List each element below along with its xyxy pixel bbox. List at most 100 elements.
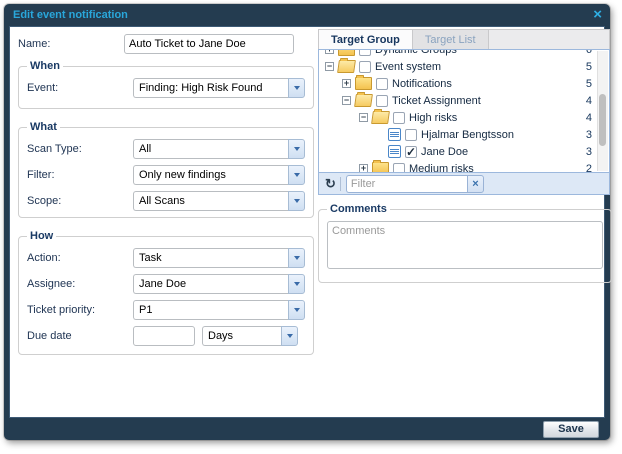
tree-row[interactable]: +Dynamic Groups6: [319, 49, 609, 58]
chevron-down-icon[interactable]: [281, 326, 298, 346]
chevron-down-icon[interactable]: [288, 274, 305, 294]
chevron-down-icon[interactable]: [288, 78, 305, 98]
scope-label: Scope:: [27, 195, 133, 207]
dialog-title: Edit event notification: [13, 9, 128, 21]
tree-node-count: 4: [586, 95, 592, 107]
chevron-down-icon[interactable]: [288, 191, 305, 211]
assignee-combobox[interactable]: Jane Doe: [133, 274, 305, 294]
tree-checkbox[interactable]: ✓: [405, 146, 417, 158]
tree-checkbox[interactable]: [359, 61, 371, 73]
what-legend: What: [27, 121, 60, 133]
ticket-priority-label: Ticket priority:: [27, 304, 133, 316]
dialog-titlebar[interactable]: Edit event notification ×: [4, 4, 610, 26]
folder-open-icon: [354, 94, 373, 107]
tree: +Dynamic Groups6−Event system5 + Notificat…: [319, 49, 609, 173]
tree-row[interactable]: −Event system5: [319, 58, 609, 75]
expand-icon[interactable]: +: [325, 49, 334, 54]
dialog-footer: Save: [4, 418, 610, 440]
collapse-icon[interactable]: −: [342, 96, 351, 105]
due-date-unit-combobox[interactable]: Days: [202, 326, 298, 346]
tree-row[interactable]: − High risks 4: [319, 109, 609, 126]
tree-row[interactable]: − Ticket Assignment 4: [319, 92, 609, 109]
tab-target-group[interactable]: Target Group: [319, 30, 413, 49]
target-group-tree: +Dynamic Groups6−Event system5 + Notificat…: [318, 49, 610, 173]
how-legend: How: [27, 230, 56, 242]
name-label: Name:: [18, 38, 124, 50]
tree-node-label: Notifications: [392, 78, 452, 90]
action-label: Action:: [27, 252, 133, 264]
tree-filter-bar: ↻ ×: [318, 173, 610, 195]
scan-type-combobox[interactable]: All: [133, 139, 305, 159]
chevron-down-icon[interactable]: [288, 165, 305, 185]
collapse-icon[interactable]: −: [325, 62, 334, 71]
tree-node-count: 6: [586, 49, 592, 56]
tree-node-count: 4: [586, 112, 592, 124]
expand-icon[interactable]: +: [359, 164, 368, 173]
tree-node-count: 3: [586, 146, 592, 158]
event-combobox[interactable]: Finding: High Risk Found: [133, 78, 305, 98]
ticket-priority-row: Ticket priority: P1: [27, 300, 305, 320]
tree-checkbox[interactable]: [376, 78, 388, 90]
tree-filter-input[interactable]: [346, 175, 467, 193]
tree-node-label: Ticket Assignment: [392, 95, 481, 107]
tab-target-list[interactable]: Target List: [413, 30, 489, 49]
tree-checkbox[interactable]: [376, 95, 388, 107]
action-row: Action: Task: [27, 248, 305, 268]
how-fieldset: How Action: Task Assignee: Jane Doe: [18, 230, 314, 355]
action-combobox[interactable]: Task: [133, 248, 305, 268]
scan-type-value: All: [133, 139, 288, 159]
due-date-label: Due date: [27, 330, 133, 342]
tree-scrollbar[interactable]: [597, 51, 608, 171]
name-input[interactable]: [124, 34, 294, 54]
tree-row[interactable]: +Medium risks2: [319, 160, 609, 173]
collapse-icon[interactable]: −: [359, 113, 368, 122]
screen: Edit event notification × Name: When Eve…: [0, 0, 622, 454]
tree-row[interactable]: +Notifications5: [319, 75, 609, 92]
toolbar-separator: [340, 177, 341, 191]
expand-icon[interactable]: +: [342, 79, 351, 88]
what-fieldset: What Scan Type: All Filter: Only new fin…: [18, 121, 314, 218]
filter-value: Only new findings: [133, 165, 288, 185]
action-value: Task: [133, 248, 288, 268]
tree-checkbox[interactable]: [405, 129, 417, 141]
scope-row: Scope: All Scans: [27, 191, 305, 211]
tree-scrollbar-thumb[interactable]: [599, 94, 606, 146]
tree-node-label: High risks: [409, 112, 457, 124]
tree-node-count: 5: [586, 61, 592, 73]
settings-form: Name: When Event: Finding: High Risk Fou…: [10, 27, 310, 417]
folder-closed-icon: [355, 77, 372, 90]
scope-combobox[interactable]: All Scans: [133, 191, 305, 211]
dialog-body: Name: When Event: Finding: High Risk Fou…: [9, 26, 605, 418]
due-date-unit-value: Days: [202, 326, 281, 346]
when-legend: When: [27, 60, 63, 72]
tree-row[interactable]: Hjalmar Bengtsson3: [319, 126, 609, 143]
chevron-down-icon[interactable]: [288, 248, 305, 268]
ticket-priority-combobox[interactable]: P1: [133, 300, 305, 320]
tree-checkbox[interactable]: [359, 49, 371, 56]
due-date-input[interactable]: [133, 326, 195, 346]
target-list-icon: [388, 128, 401, 141]
target-panel: Target Group Target List +Dynamic Groups…: [318, 27, 610, 417]
target-list-icon: [388, 145, 401, 158]
folder-open-icon: [337, 60, 356, 73]
save-button[interactable]: Save: [543, 421, 599, 438]
comments-textarea[interactable]: [327, 221, 603, 269]
tabstrip-filler: [489, 30, 609, 49]
event-value: Finding: High Risk Found: [133, 78, 288, 98]
comments-fieldset: Comments: [318, 203, 612, 283]
assignee-row: Assignee: Jane Doe: [27, 274, 305, 294]
name-row: Name:: [18, 34, 310, 54]
clear-filter-icon[interactable]: ×: [467, 175, 484, 193]
tree-checkbox[interactable]: [393, 112, 405, 124]
filter-row: Filter: Only new findings: [27, 165, 305, 185]
ticket-priority-value: P1: [133, 300, 288, 320]
tree-checkbox[interactable]: [393, 163, 405, 174]
refresh-icon[interactable]: ↻: [325, 177, 336, 190]
chevron-down-icon[interactable]: [288, 300, 305, 320]
folder-closed-icon: [372, 162, 389, 173]
chevron-down-icon[interactable]: [288, 139, 305, 159]
tree-row[interactable]: ✓Jane Doe3: [319, 143, 609, 160]
close-icon[interactable]: ×: [593, 8, 602, 22]
filter-label: Filter:: [27, 169, 133, 181]
filter-combobox[interactable]: Only new findings: [133, 165, 305, 185]
